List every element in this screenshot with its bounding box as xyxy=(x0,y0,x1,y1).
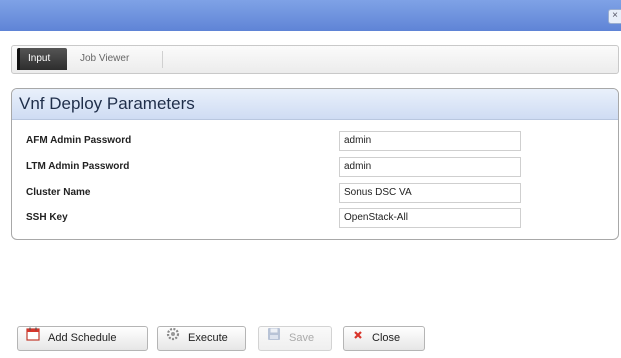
ssh-key-input[interactable]: OpenStack-All xyxy=(339,208,521,228)
window-titlebar: × xyxy=(0,0,621,31)
tab-input[interactable]: Input xyxy=(17,48,67,70)
save-disk-icon xyxy=(267,327,281,350)
add-schedule-label: Add Schedule xyxy=(48,332,117,344)
field-row-cluster-name: Cluster Name Sonus DSC VA xyxy=(12,183,618,205)
ltm-admin-password-input[interactable]: admin xyxy=(339,157,521,177)
panel-title: Vnf Deploy Parameters xyxy=(12,89,618,120)
field-row-afm-password: AFM Admin Password admin xyxy=(12,131,618,153)
save-button[interactable]: Save xyxy=(258,326,332,351)
field-row-ssh-key: SSH Key OpenStack-All xyxy=(12,208,618,230)
vnf-deploy-parameters-panel: Vnf Deploy Parameters AFM Admin Password… xyxy=(11,88,619,240)
tab-divider xyxy=(162,51,163,68)
ssh-key-label: SSH Key xyxy=(26,212,68,223)
ltm-admin-password-label: LTM Admin Password xyxy=(26,161,130,172)
cluster-name-label: Cluster Name xyxy=(26,187,91,198)
tab-job-viewer[interactable]: Job Viewer xyxy=(72,48,137,70)
add-schedule-button[interactable]: Add Schedule xyxy=(17,326,148,351)
close-x-icon xyxy=(352,327,364,350)
execute-button[interactable]: Execute xyxy=(157,326,246,351)
afm-admin-password-label: AFM Admin Password xyxy=(26,135,132,146)
calendar-icon xyxy=(26,327,40,350)
close-label: Close xyxy=(372,332,401,344)
tab-strip: Input Job Viewer xyxy=(11,45,619,74)
field-row-ltm-password: LTM Admin Password admin xyxy=(12,157,618,179)
close-button[interactable]: Close xyxy=(343,326,425,351)
window-close-button[interactable]: × xyxy=(608,9,621,24)
execute-label: Execute xyxy=(188,332,228,344)
gear-icon xyxy=(166,327,180,350)
afm-admin-password-input[interactable]: admin xyxy=(339,131,521,151)
cluster-name-input[interactable]: Sonus DSC VA xyxy=(339,183,521,203)
save-label: Save xyxy=(289,332,315,344)
